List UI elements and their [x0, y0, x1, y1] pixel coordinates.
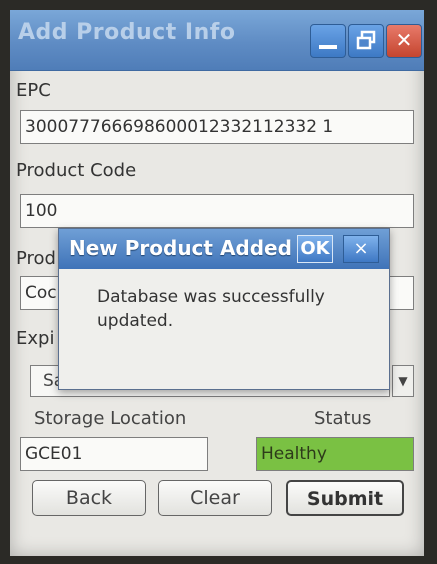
- dialog-message: Database was successfully updated.: [97, 287, 325, 331]
- back-button[interactable]: Back: [32, 480, 146, 516]
- restore-icon: [356, 30, 376, 50]
- minimize-icon: [319, 45, 337, 49]
- dialog-title: New Product Added: [69, 236, 292, 260]
- dialog-ok-button[interactable]: OK: [297, 235, 333, 263]
- confirmation-dialog: New Product Added OK × Database was succ…: [58, 228, 390, 390]
- restore-button[interactable]: [348, 24, 384, 58]
- status-field: Healthy: [256, 437, 414, 471]
- epc-field[interactable]: 300077766698600012332112332 1: [20, 110, 414, 144]
- dialog-titlebar: New Product Added OK ×: [59, 229, 389, 269]
- window-title: Add Product Info: [18, 20, 236, 45]
- date-dropdown-button[interactable]: ▼: [392, 365, 414, 397]
- epc-label: EPC: [16, 80, 51, 101]
- dialog-close-button[interactable]: ×: [343, 235, 379, 263]
- chevron-down-icon: ▼: [398, 374, 408, 388]
- clear-button[interactable]: Clear: [158, 480, 272, 516]
- submit-button[interactable]: Submit: [286, 480, 404, 516]
- storage-location-label: Storage Location: [34, 408, 187, 429]
- storage-location-field[interactable]: GCE01: [20, 437, 208, 471]
- close-icon: ✕: [395, 28, 413, 52]
- minimize-button[interactable]: [310, 24, 346, 58]
- status-label: Status: [314, 408, 372, 429]
- close-icon: ×: [353, 238, 369, 259]
- window-titlebar: Add Product Info ✕: [10, 10, 424, 71]
- product-code-label: Product Code: [16, 160, 137, 181]
- product-code-field[interactable]: 100: [20, 194, 414, 228]
- product-name-label: Prod: [16, 248, 56, 269]
- close-button[interactable]: ✕: [386, 24, 422, 58]
- device-screen: Add Product Info ✕ EPC 30007776669860001…: [10, 10, 424, 556]
- expiry-label: Expi: [16, 328, 55, 349]
